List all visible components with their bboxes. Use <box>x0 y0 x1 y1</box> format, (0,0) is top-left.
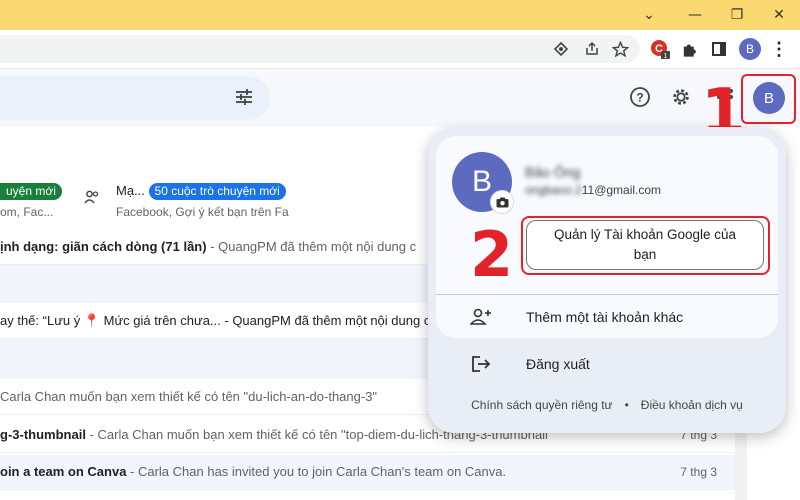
email-row[interactable]: oin a team on Canva - Carla Chan has inv… <box>0 455 735 490</box>
extension-adblock-icon[interactable]: C1 <box>648 37 672 61</box>
restore-button[interactable]: ❐ <box>714 0 760 30</box>
logout-icon <box>436 355 526 373</box>
category-sub: Facebook, Gợi ý kết bạn trên Fa <box>116 205 289 219</box>
people-icon <box>84 190 100 209</box>
side-panel-icon[interactable] <box>707 37 731 61</box>
page-lens-icon[interactable] <box>549 37 573 61</box>
account-name: Bảo Ông <box>525 164 581 180</box>
search-options-icon[interactable] <box>231 84 257 110</box>
google-account-avatar-button[interactable]: B <box>753 82 785 114</box>
extensions-puzzle-icon[interactable] <box>677 37 701 61</box>
change-photo-camera-icon[interactable] <box>490 190 514 214</box>
share-icon[interactable] <box>580 37 604 61</box>
svg-text:1: 1 <box>664 53 668 60</box>
email-subject: oin a team on Canva <box>0 464 127 479</box>
bookmark-star-icon[interactable] <box>608 37 632 61</box>
category-sub: om, Fac... <box>0 205 54 219</box>
browser-menu-kebab-icon[interactable]: ⋮ <box>767 37 791 61</box>
email-snippet: - Carla Chan has invited you to join Car… <box>126 464 507 479</box>
minimize-button[interactable]: — <box>672 0 718 30</box>
account-email: ongbaoo.211@gmail.com <box>525 183 661 197</box>
email-subject: g-3-thumbnail <box>0 427 86 442</box>
category-tab-social[interactable]: uyện mới <box>0 183 62 200</box>
add-account-label: Thêm một tài khoản khác <box>526 309 684 325</box>
manage-google-account-button[interactable]: Quản lý Tài khoản Google của bạn <box>526 220 764 270</box>
menu-divider <box>436 294 778 295</box>
category-label: Mạ... <box>116 183 145 198</box>
manage-account-label: Quản lý Tài khoản Google của bạn <box>553 227 737 262</box>
address-bar[interactable] <box>0 35 640 63</box>
add-account-item[interactable]: Thêm một tài khoản khác <box>436 297 778 337</box>
sign-out-label: Đăng xuất <box>526 356 590 372</box>
email-visible-part: 11@gmail.com <box>581 183 662 197</box>
category-badge: uyện mới <box>0 183 62 200</box>
mail-search-bar[interactable] <box>0 76 270 120</box>
close-button[interactable]: ✕ <box>756 0 800 30</box>
svg-text:?: ? <box>636 91 643 105</box>
browser-profile-avatar[interactable]: B <box>739 38 761 60</box>
terms-of-service-link[interactable]: Điều khoản dịch vụ <box>641 398 743 412</box>
add-person-icon <box>436 308 526 326</box>
privacy-policy-link[interactable]: Chính sách quyền riêng tư <box>471 398 612 412</box>
step-2-annotation: 2 <box>470 218 514 291</box>
sign-out-item[interactable]: Đăng xuất <box>436 344 778 384</box>
settings-gear-icon[interactable] <box>668 84 694 110</box>
email-subject: ịnh dạng: giãn cách dòng (71 lần) <box>0 239 207 254</box>
help-icon[interactable]: ? <box>627 84 653 110</box>
category-tab-updates[interactable]: Mạ... 50 cuộc trò chuyện mới <box>116 183 286 200</box>
email-snippet: Carla Chan muốn bạn xem thiết kế có tên … <box>0 389 378 404</box>
footer-separator: • <box>624 398 629 412</box>
tab-search-chevron-icon[interactable]: ⌄ <box>626 0 672 30</box>
email-snippet: - QuangPM đã thêm một nội dung c <box>206 239 417 254</box>
account-menu-footer: Chính sách quyền riêng tư • Điều khoản d… <box>428 398 786 412</box>
email-snippet: ay thế: “Lưu ý 📍 Mức giá trên chưa... - … <box>0 313 431 328</box>
email-date: 7 thg 3 <box>680 465 717 479</box>
category-badge: 50 cuộc trò chuyện mới <box>148 183 286 200</box>
email-redacted-part: ongbaoo.2 <box>525 183 582 197</box>
